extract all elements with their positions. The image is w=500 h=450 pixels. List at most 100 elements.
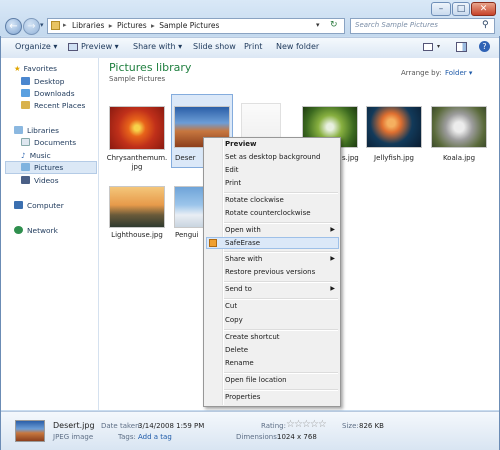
sidebar-item-downloads[interactable]: Downloads bbox=[21, 89, 75, 98]
navigation-pane: ★ Favorites Desktop Downloads Recent Plac… bbox=[1, 58, 99, 410]
sidebar-item-libraries[interactable]: Libraries bbox=[14, 126, 59, 135]
menu-item-rotate-counterclockwise[interactable]: Rotate counterclockwise bbox=[225, 209, 311, 217]
file-thumbnail[interactable] bbox=[174, 186, 204, 228]
sidebar-item-label: Documents bbox=[34, 138, 77, 147]
selected-file-thumbnail bbox=[15, 420, 45, 442]
view-dropdown-icon[interactable]: ▾ bbox=[437, 43, 440, 50]
preview-pane-icon[interactable] bbox=[456, 42, 467, 52]
breadcrumb-libraries[interactable]: Libraries bbox=[72, 21, 104, 30]
file-thumbnail[interactable] bbox=[109, 106, 165, 150]
breadcrumb-pictures[interactable]: Pictures bbox=[117, 21, 147, 30]
rating-stars-icon[interactable]: ☆☆☆☆☆ bbox=[286, 419, 327, 430]
menu-item-properties[interactable]: Properties bbox=[225, 393, 260, 401]
sidebar-item-label: Network bbox=[27, 226, 58, 235]
minimize-button[interactable]: – bbox=[431, 2, 451, 16]
context-menu: Preview Set as desktop background Edit P… bbox=[203, 137, 341, 407]
arrange-by-label: Arrange by: bbox=[401, 69, 442, 77]
tags-label: Tags: bbox=[118, 433, 136, 441]
menu-item-preview[interactable]: Preview bbox=[225, 140, 257, 148]
search-input[interactable]: Search Sample Pictures bbox=[355, 21, 438, 29]
file-name: Chrysanthemum. jpg bbox=[101, 154, 173, 172]
dimensions-value: 1024 x 768 bbox=[277, 433, 317, 441]
menu-item-share-with[interactable]: Share with bbox=[225, 255, 262, 263]
submenu-arrow-icon: ▶ bbox=[330, 285, 335, 292]
downloads-icon bbox=[21, 89, 30, 97]
menu-item-open-with[interactable]: Open with bbox=[225, 226, 261, 234]
menu-item-print[interactable]: Print bbox=[225, 179, 241, 187]
submenu-arrow-icon: ▶ bbox=[330, 255, 335, 262]
sidebar-item-label: Music bbox=[29, 151, 51, 160]
date-taken-value[interactable]: 3/14/2008 1:59 PM bbox=[138, 422, 204, 430]
new-folder-button[interactable]: New folder bbox=[276, 42, 319, 51]
change-view-icon[interactable] bbox=[423, 43, 433, 51]
file-thumbnail[interactable] bbox=[109, 186, 165, 228]
sidebar-item-label: Computer bbox=[27, 201, 64, 210]
breadcrumb-sample-pictures[interactable]: Sample Pictures bbox=[159, 21, 219, 30]
tags-value[interactable]: Add a tag bbox=[138, 433, 172, 441]
organize-button[interactable]: Organize ▾ bbox=[15, 42, 57, 51]
help-icon[interactable]: ? bbox=[479, 41, 490, 52]
close-button[interactable]: ✕ bbox=[471, 2, 496, 16]
refresh-icon[interactable]: ↻ bbox=[330, 20, 338, 30]
menu-item-delete[interactable]: Delete bbox=[225, 346, 248, 354]
address-bar[interactable]: ▸ Libraries ▸ Pictures ▸ Sample Pictures… bbox=[47, 18, 345, 34]
menu-item-send-to[interactable]: Send to bbox=[225, 285, 252, 293]
search-icon[interactable]: ⚲ bbox=[482, 20, 489, 30]
sidebar-item-favorites[interactable]: ★ Favorites bbox=[14, 64, 57, 73]
recent-pages-chevron-icon[interactable]: ▾ bbox=[40, 21, 44, 29]
menu-separator bbox=[224, 222, 338, 224]
details-pane: Desert.jpg JPEG image Date taken: 3/14/2… bbox=[1, 411, 499, 450]
menu-item-edit[interactable]: Edit bbox=[225, 166, 239, 174]
forward-button[interactable]: → bbox=[23, 18, 40, 35]
sidebar-item-music[interactable]: ♪ Music bbox=[21, 151, 51, 160]
menu-item-cut[interactable]: Cut bbox=[225, 302, 237, 310]
network-icon bbox=[14, 226, 23, 234]
libraries-icon bbox=[14, 126, 23, 134]
menu-item-copy[interactable]: Copy bbox=[225, 316, 243, 324]
arrange-by-dropdown[interactable]: Folder ▾ bbox=[445, 69, 472, 77]
sidebar-item-desktop[interactable]: Desktop bbox=[21, 77, 64, 86]
address-dropdown-icon[interactable]: ▾ bbox=[316, 21, 320, 29]
menu-item-rotate-clockwise[interactable]: Rotate clockwise bbox=[225, 196, 284, 204]
date-taken-label: Date taken: bbox=[101, 422, 142, 430]
menu-item-create-shortcut[interactable]: Create shortcut bbox=[225, 333, 280, 341]
sidebar-item-videos[interactable]: Videos bbox=[21, 176, 59, 185]
sidebar-item-pictures[interactable]: Pictures bbox=[21, 163, 63, 172]
menu-item-open-file-location[interactable]: Open file location bbox=[225, 376, 287, 384]
file-name-line: Chrysanthemum. bbox=[106, 154, 168, 162]
submenu-arrow-icon: ▶ bbox=[330, 226, 335, 233]
sidebar-item-label: Pictures bbox=[34, 163, 64, 172]
maximize-button[interactable]: □ bbox=[452, 2, 470, 16]
search-box[interactable]: Search Sample Pictures ⚲ bbox=[350, 18, 495, 34]
sidebar-item-label: Downloads bbox=[34, 89, 75, 98]
share-with-button[interactable]: Share with ▾ bbox=[133, 42, 182, 51]
breadcrumb-separator-icon: ▸ bbox=[151, 21, 155, 30]
music-icon: ♪ bbox=[21, 151, 26, 160]
menu-item-rename[interactable]: Rename bbox=[225, 359, 254, 367]
slide-show-button[interactable]: Slide show bbox=[193, 42, 236, 51]
menu-item-set-desktop-background[interactable]: Set as desktop background bbox=[225, 153, 320, 161]
preview-button[interactable]: Preview ▾ bbox=[81, 42, 119, 51]
sidebar-item-documents[interactable]: Documents bbox=[21, 138, 76, 147]
breadcrumb-separator-icon: ▸ bbox=[108, 21, 113, 30]
computer-icon bbox=[14, 201, 23, 209]
file-name: Deser bbox=[175, 154, 196, 162]
selected-file-name: Desert.jpg bbox=[53, 421, 95, 430]
menu-separator bbox=[224, 298, 338, 300]
menu-separator bbox=[224, 329, 338, 331]
print-button[interactable]: Print bbox=[244, 42, 262, 51]
sidebar-item-computer[interactable]: Computer bbox=[14, 201, 64, 210]
dimensions-label: Dimensions: bbox=[236, 433, 280, 441]
library-title: Pictures library bbox=[109, 61, 192, 74]
menu-item-restore-previous-versions[interactable]: Restore previous versions bbox=[225, 268, 315, 276]
preview-icon bbox=[68, 43, 78, 51]
sidebar-item-recent-places[interactable]: Recent Places bbox=[21, 101, 85, 110]
breadcrumb-separator-icon: ▸ bbox=[63, 21, 67, 29]
back-button[interactable]: ← bbox=[5, 18, 22, 35]
menu-separator bbox=[224, 281, 338, 283]
menu-item-safeerase[interactable]: SafeErase bbox=[225, 239, 260, 247]
file-thumbnail[interactable] bbox=[431, 106, 487, 148]
file-thumbnail[interactable] bbox=[366, 106, 422, 148]
menu-separator bbox=[224, 251, 338, 253]
sidebar-item-network[interactable]: Network bbox=[14, 226, 58, 235]
